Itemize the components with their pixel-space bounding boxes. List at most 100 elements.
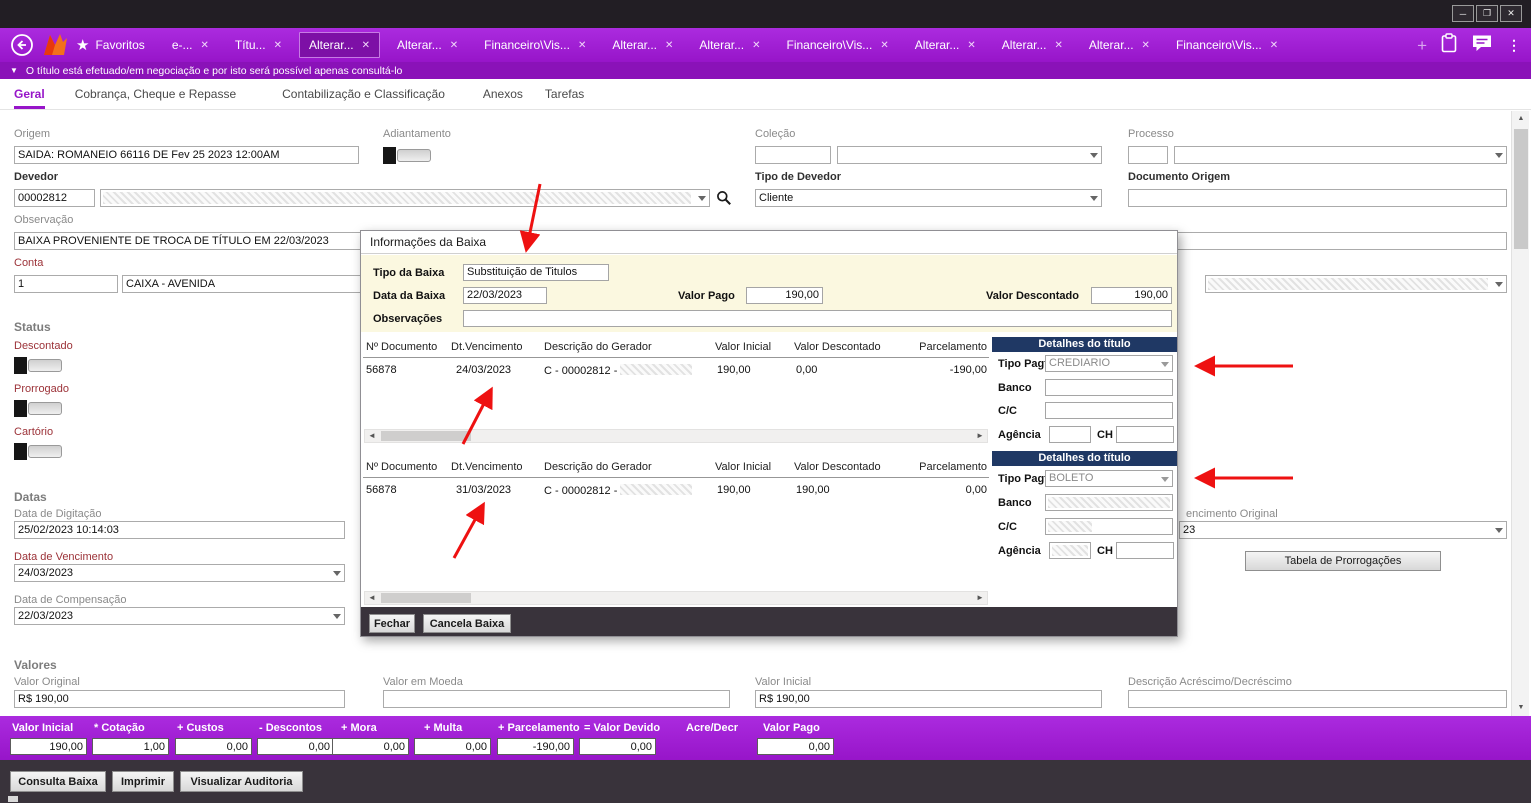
ch-field[interactable] (1116, 542, 1174, 559)
tab-alterar[interactable]: Alterar...✕ (690, 33, 769, 57)
valor-moeda-field[interactable] (383, 690, 730, 708)
banco-field[interactable] (1045, 494, 1173, 511)
scroll-thumb[interactable] (381, 431, 471, 441)
new-tab-button[interactable]: + (1417, 37, 1427, 54)
agencia-field[interactable] (1049, 542, 1091, 559)
agencia-label: Agência (998, 545, 1041, 557)
close-icon[interactable]: ✕ (578, 40, 586, 51)
tab-financeiro[interactable]: Financeiro\Vis...✕ (1167, 33, 1287, 57)
agencia-field[interactable] (1049, 426, 1091, 443)
tasks-clipboard-button[interactable] (1441, 33, 1457, 58)
tab-alterar[interactable]: Alterar...✕ (906, 33, 985, 57)
chevron-down-icon (1161, 477, 1169, 482)
tipo-baixa-field[interactable]: Substituição de Titulos (463, 264, 609, 281)
minimize-button[interactable]: ─ (1452, 5, 1474, 22)
fechar-button[interactable]: Fechar (369, 614, 415, 633)
imprimir-button[interactable]: Imprimir (112, 771, 174, 792)
main-vscrollbar[interactable]: ▲ ▼ (1511, 111, 1529, 716)
descontado-toggle[interactable] (14, 357, 66, 374)
descricao-acre-field[interactable] (1128, 690, 1507, 708)
menu-kebab-button[interactable]: ⋮ (1507, 37, 1521, 54)
tab-alterar-active[interactable]: Alterar...✕ (299, 32, 380, 58)
close-icon[interactable]: ✕ (665, 40, 673, 51)
tipo-devedor-combo[interactable]: Cliente (755, 189, 1102, 207)
close-icon[interactable]: ✕ (1142, 40, 1150, 51)
tab-e[interactable]: e-...✕ (163, 33, 218, 57)
prorrogado-toggle[interactable] (14, 400, 66, 417)
back-button[interactable] (10, 33, 34, 57)
close-icon[interactable]: ✕ (967, 40, 975, 51)
close-button[interactable]: ✕ (1500, 5, 1522, 22)
tabela-prorrogacoes-button[interactable]: Tabela de Prorrogações (1245, 551, 1441, 571)
tab-alterar[interactable]: Alterar...✕ (1080, 33, 1159, 57)
scroll-thumb[interactable] (381, 593, 471, 603)
scroll-left-icon[interactable]: ◄ (365, 592, 379, 604)
valor-original-field[interactable]: R$ 190,00 (14, 690, 345, 708)
adiantamento-toggle[interactable] (383, 147, 435, 164)
valor-pago-field[interactable]: 190,00 (746, 287, 823, 304)
scroll-left-icon[interactable]: ◄ (365, 430, 379, 442)
consulta-baixa-button[interactable]: Consulta Baixa (10, 771, 106, 792)
grid2-hscrollbar[interactable]: ◄ ► (364, 591, 988, 605)
tab-financeiro[interactable]: Financeiro\Vis...✕ (777, 33, 897, 57)
vencimento-original-combo[interactable]: 23 (1179, 521, 1507, 539)
scroll-right-icon[interactable]: ► (973, 430, 987, 442)
maximize-button[interactable]: ❐ (1476, 5, 1498, 22)
tab-financeiro[interactable]: Financeiro\Vis...✕ (475, 33, 595, 57)
chat-button[interactable] (1471, 34, 1493, 57)
tab-contabilizacao[interactable]: Contabilização e Classificação (282, 79, 445, 109)
tab-tarefas[interactable]: Tarefas (545, 79, 584, 109)
origem-field[interactable]: SAIDA: ROMANEIO 66116 DE Fev 25 2023 12:… (14, 146, 359, 164)
scroll-right-icon[interactable]: ► (973, 592, 987, 604)
close-icon[interactable]: ✕ (880, 40, 888, 51)
colecao-combo[interactable] (837, 146, 1102, 164)
tab-alterar[interactable]: Alterar...✕ (603, 33, 682, 57)
tipo-pagto-combo[interactable]: CREDIARIO (1045, 355, 1173, 372)
close-icon[interactable]: ✕ (274, 40, 282, 51)
close-icon[interactable]: ✕ (752, 40, 760, 51)
tab-anexos[interactable]: Anexos (483, 79, 523, 109)
search-button[interactable] (716, 190, 732, 211)
processo-combo[interactable] (1174, 146, 1507, 164)
valor-descontado-field[interactable]: 190,00 (1091, 287, 1172, 304)
tab-alterar[interactable]: Alterar...✕ (388, 33, 467, 57)
cancela-baixa-button[interactable]: Cancela Baixa (423, 614, 511, 633)
close-icon[interactable]: ✕ (450, 40, 458, 51)
ch-field[interactable] (1116, 426, 1174, 443)
data-compensacao-combo[interactable]: 22/03/2023 (14, 607, 345, 625)
close-icon[interactable]: ✕ (1054, 40, 1062, 51)
data-baixa-field[interactable]: 22/03/2023 (463, 287, 547, 304)
documento-origem-field[interactable] (1128, 189, 1507, 207)
grid-header-gerador: Descrição do Gerador (544, 341, 652, 353)
tab-alterar[interactable]: Alterar...✕ (993, 33, 1072, 57)
tipo-pagto-combo[interactable]: BOLETO (1045, 470, 1173, 487)
cc-field[interactable] (1045, 518, 1173, 535)
processo-code-field[interactable] (1128, 146, 1168, 164)
valor-inicial-field[interactable]: R$ 190,00 (755, 690, 1102, 708)
scroll-up-icon[interactable]: ▲ (1512, 111, 1530, 127)
conta-right-combo[interactable] (1205, 275, 1507, 293)
tab-geral[interactable]: Geral (14, 79, 45, 109)
close-icon[interactable]: ✕ (200, 40, 208, 51)
close-icon[interactable]: ✕ (1270, 40, 1278, 51)
favorites-button[interactable]: ★ Favoritos (76, 36, 145, 54)
devedor-code-field[interactable]: 00002812 (14, 189, 95, 207)
conta-code-field[interactable]: 1 (14, 275, 118, 293)
observacoes-field[interactable] (463, 310, 1172, 327)
colecao-code-field[interactable] (755, 146, 831, 164)
tab-cobranca[interactable]: Cobrança, Cheque e Repasse (75, 79, 236, 109)
data-digitacao-field[interactable]: 25/02/2023 10:14:03 (14, 521, 345, 539)
banco-field[interactable] (1045, 379, 1173, 396)
visualizar-auditoria-button[interactable]: Visualizar Auditoria (180, 771, 303, 792)
close-icon[interactable]: ✕ (362, 40, 370, 51)
scroll-down-icon[interactable]: ▼ (1512, 700, 1530, 716)
tab-titu[interactable]: Títu...✕ (226, 33, 291, 57)
devedor-combo[interactable] (100, 189, 710, 207)
scroll-thumb[interactable] (1514, 129, 1528, 249)
banco-label: Banco (998, 497, 1032, 509)
cc-field[interactable] (1045, 402, 1173, 419)
cartorio-toggle[interactable] (14, 443, 66, 460)
data-vencimento-combo[interactable]: 24/03/2023 (14, 564, 345, 582)
grid1-hscrollbar[interactable]: ◄ ► (364, 429, 988, 443)
cell-gerador: C - 00002812 - (544, 484, 692, 497)
